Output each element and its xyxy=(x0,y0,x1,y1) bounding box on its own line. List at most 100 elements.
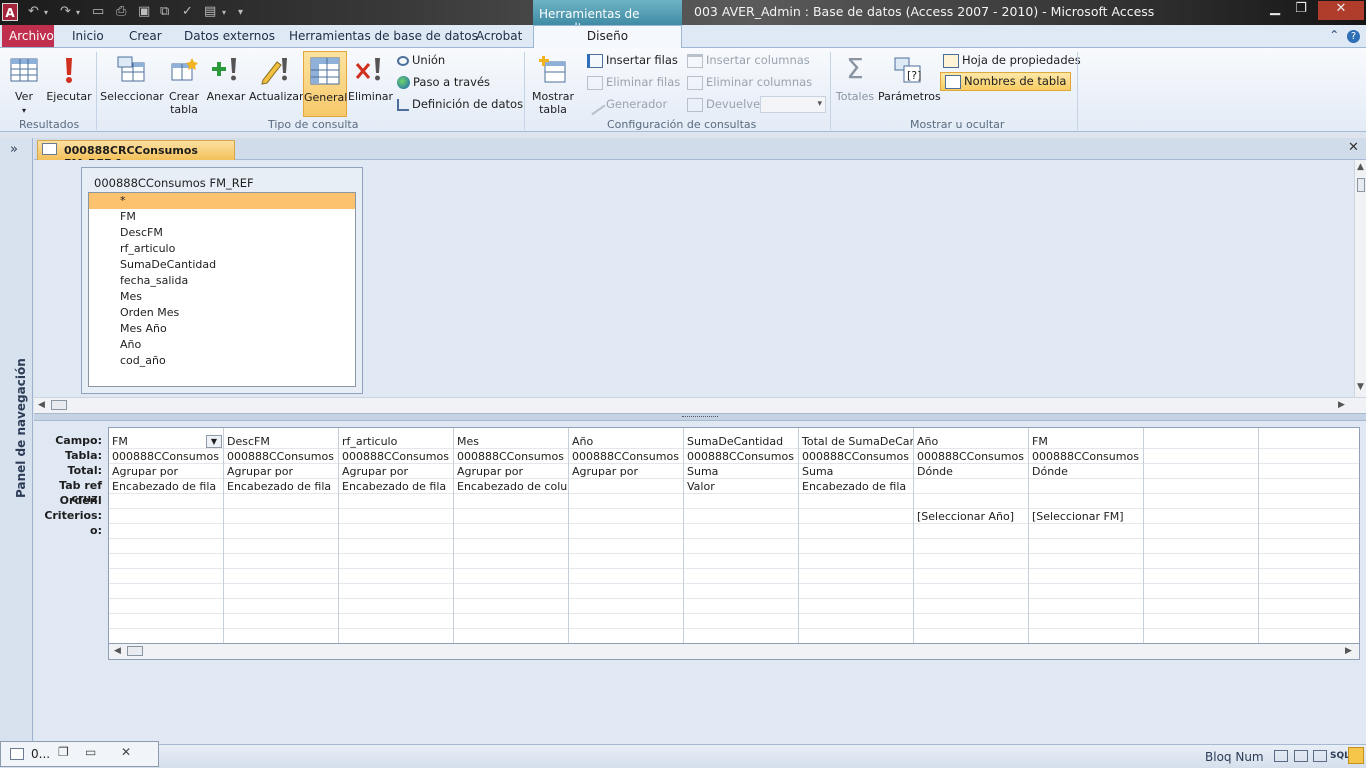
grid-column[interactable]: Año000888CConsumos FMDónde [Seleccionar A… xyxy=(914,428,1029,643)
grid-cell-tabla[interactable] xyxy=(1259,449,1359,464)
document-tab[interactable]: 000888CRCConsumos FM_REF 1 xyxy=(37,140,235,170)
generador-button[interactable]: Generador xyxy=(584,94,667,115)
grid-column[interactable]: Año000888CConsumos FMAgrupar por xyxy=(569,428,684,643)
tab-acrobat[interactable]: Acrobat xyxy=(476,29,522,43)
restore-icon[interactable]: ❐ xyxy=(1290,1,1312,18)
grid-cell-total[interactable]: Agrupar por xyxy=(109,464,223,479)
preview-icon[interactable]: ▭ xyxy=(92,4,104,19)
field-list[interactable]: * FM DescFM rf_articulo SumaDeCantidad f… xyxy=(88,192,356,387)
grid-cell-tabref[interactable] xyxy=(914,479,1028,494)
grid-cell-orden[interactable] xyxy=(1259,494,1359,509)
scroll-thumb[interactable] xyxy=(127,646,143,656)
close-icon[interactable]: ✕ xyxy=(1318,1,1364,20)
spelling-icon[interactable]: ✓ xyxy=(182,4,193,19)
pivot-chart-view-icon[interactable] xyxy=(1313,750,1327,762)
redo-icon[interactable]: ↷ xyxy=(60,4,71,19)
field-item[interactable]: Orden Mes xyxy=(89,305,355,321)
nav-pane-label[interactable]: Panel de navegación xyxy=(14,358,28,498)
grid-cell-tabref[interactable]: Encabezado de fila xyxy=(799,479,913,494)
grid-cell-orden[interactable] xyxy=(684,494,798,509)
grid-cell-tabla[interactable]: 000888CConsumos FM xyxy=(569,449,683,464)
grid-column[interactable]: Mes000888CConsumos FMAgrupar porEncabeza… xyxy=(454,428,569,643)
redo-dropdown-icon[interactable]: ▾ xyxy=(76,8,80,17)
definicion-datos-button[interactable]: Definición de datos xyxy=(397,97,523,111)
anexar-button[interactable]: Anexar xyxy=(206,51,246,117)
grid-cell-total[interactable]: Agrupar por xyxy=(224,464,338,479)
field-list-title[interactable]: 000888CConsumos FM_REF xyxy=(94,176,254,190)
grid-column[interactable] xyxy=(1259,428,1359,643)
grid-cell-tabref[interactable]: Valor xyxy=(684,479,798,494)
grid-cell-orden[interactable] xyxy=(569,494,683,509)
tab-crear[interactable]: Crear xyxy=(129,29,162,43)
ver-button[interactable]: Ver ▾ xyxy=(4,51,44,117)
grid-cell-tabla[interactable]: 000888CConsumos FM xyxy=(799,449,913,464)
grid-cell-total[interactable] xyxy=(1144,464,1258,479)
grid-cell-campo[interactable]: Año xyxy=(914,434,1028,449)
grid-column[interactable]: FM000888CConsumos FMDónde [Seleccionar FM… xyxy=(1029,428,1144,643)
grid-cell-total[interactable]: Agrupar por xyxy=(569,464,683,479)
grid-cell-campo[interactable]: Mes xyxy=(454,434,568,449)
grid-cell-total[interactable]: Suma xyxy=(684,464,798,479)
access-app-icon[interactable]: A xyxy=(2,3,18,21)
grid-cell-criterios[interactable] xyxy=(684,509,798,524)
grid-cell-orden[interactable] xyxy=(109,494,223,509)
scroll-left-icon[interactable]: ◀ xyxy=(114,646,121,656)
grid-cell-criterios[interactable] xyxy=(109,509,223,524)
grid-cell-campo[interactable] xyxy=(1259,434,1359,449)
scroll-right-icon[interactable]: ▶ xyxy=(1345,646,1352,656)
nombres-tabla-button[interactable]: Nombres de tabla xyxy=(940,72,1072,91)
design-view-icon[interactable] xyxy=(1348,747,1364,764)
sql-view-icon[interactable]: SQL xyxy=(1330,751,1350,761)
grid-cell-criterios[interactable]: [Seleccionar FM] xyxy=(1029,509,1143,524)
field-list-window[interactable]: 000888CConsumos FM_REF * FM DescFM rf_ar… xyxy=(81,167,363,394)
grid-cell-campo[interactable]: Año xyxy=(569,434,683,449)
pivot-table-view-icon[interactable] xyxy=(1294,750,1308,762)
scroll-left-icon[interactable]: ◀ xyxy=(38,400,45,410)
seleccionar-button[interactable]: Seleccionar xyxy=(100,51,164,117)
grid-cell-total[interactable]: Suma xyxy=(799,464,913,479)
close-document-icon[interactable]: ✕ xyxy=(1348,140,1359,155)
parametros-button[interactable]: [?] Parámetros xyxy=(878,51,941,117)
maximize-icon[interactable]: ▭ xyxy=(85,745,96,759)
grid-cell-tabla[interactable]: 000888CConsumos FM xyxy=(339,449,453,464)
grid-cell-tabref[interactable] xyxy=(569,479,683,494)
horizontal-scrollbar-grid[interactable]: ◀ ▶ xyxy=(108,644,1360,660)
close-icon[interactable]: ✕ xyxy=(121,745,131,759)
grid-cell-orden[interactable] xyxy=(454,494,568,509)
general-button[interactable]: General xyxy=(303,51,347,117)
grid-cell-tabref[interactable] xyxy=(1029,479,1143,494)
grid-cell-campo[interactable]: DescFM xyxy=(224,434,338,449)
grid-cell-tabla[interactable]: 000888CConsumos FM xyxy=(914,449,1028,464)
mostrar-tabla-button[interactable]: Mostrar tabla xyxy=(530,51,576,117)
field-item[interactable]: DescFM xyxy=(89,225,355,241)
grid-cell-criterios[interactable] xyxy=(454,509,568,524)
field-item[interactable]: cod_año xyxy=(89,353,355,369)
scroll-right-icon[interactable]: ▶ xyxy=(1338,400,1345,410)
attach-icon[interactable]: ⧉ xyxy=(160,4,169,19)
grid-cell-orden[interactable] xyxy=(1029,494,1143,509)
grid-cell-campo[interactable] xyxy=(1144,434,1258,449)
grid-cell-campo[interactable]: SumaDeCantidad xyxy=(684,434,798,449)
grid-cell-campo[interactable]: Total de SumaDeCant xyxy=(799,434,913,449)
grid-cell-criterios[interactable] xyxy=(1144,509,1258,524)
totales-button[interactable]: Σ Totales xyxy=(834,51,876,117)
minimize-icon[interactable]: ▁ xyxy=(1264,1,1286,18)
grid-cell-criterios[interactable] xyxy=(1259,509,1359,524)
undo-icon[interactable]: ↶ xyxy=(28,4,39,19)
scroll-down-icon[interactable]: ▼ xyxy=(1357,382,1364,392)
paso-a-traves-button[interactable]: Paso a través xyxy=(397,75,490,89)
grid-cell-campo[interactable]: FM xyxy=(1029,434,1143,449)
grid-cell-tabref[interactable] xyxy=(1259,479,1359,494)
grid-cell-total[interactable]: Agrupar por xyxy=(454,464,568,479)
crear-tabla-button[interactable]: Crear tabla xyxy=(166,51,202,117)
grid-cell-orden[interactable] xyxy=(1144,494,1258,509)
minimized-window-button[interactable]: 0... ❐ ▭ ✕ xyxy=(0,741,159,767)
hoja-propiedades-button[interactable]: Hoja de propiedades xyxy=(943,53,1081,68)
field-item[interactable]: FM xyxy=(89,209,355,225)
print-icon[interactable]: ⎙ xyxy=(116,4,126,19)
grid-cell-orden[interactable] xyxy=(799,494,913,509)
grid-cell-tabla[interactable]: 000888CConsumos FM xyxy=(1029,449,1143,464)
form-icon[interactable]: ▤ xyxy=(204,4,216,19)
actualizar-button[interactable]: Actualizar xyxy=(249,51,304,117)
grid-cell-criterios[interactable] xyxy=(339,509,453,524)
